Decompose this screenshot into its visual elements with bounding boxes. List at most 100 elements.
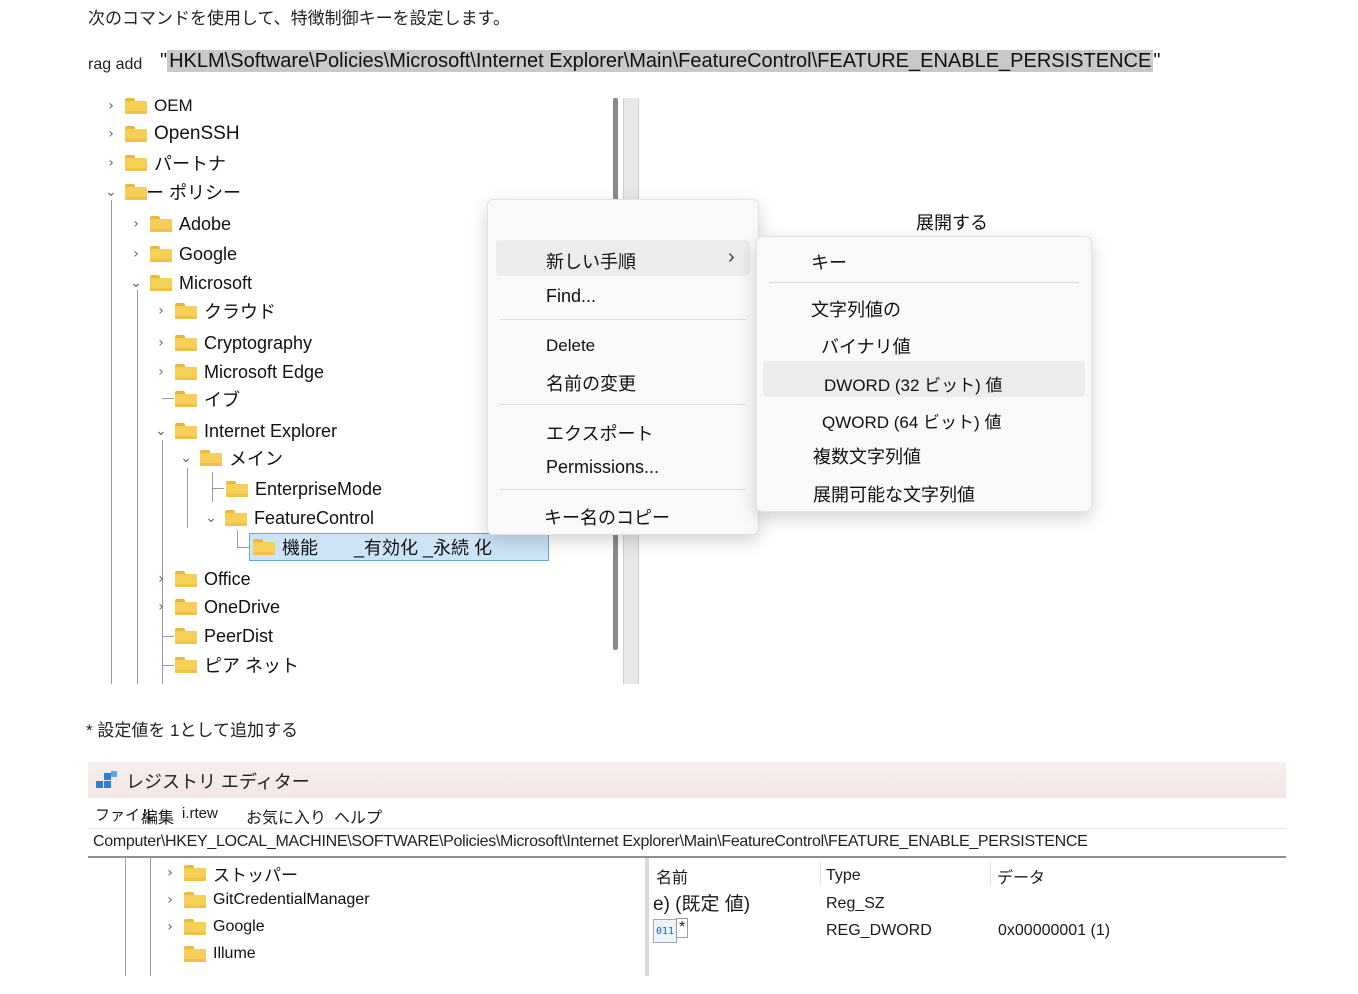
tree-item[interactable]: ⌄ ー ポリシー [103,179,241,205]
tree-item[interactable]: › OpenSSH [103,121,239,147]
command-path: HKLM\Software\Policies\Microsoft\Interne… [167,50,1154,72]
folder-icon [175,423,197,439]
menu-favorites[interactable]: お気に入り [246,804,326,828]
tree-item[interactable]: › Cryptography [153,330,312,356]
submenu-item-binary-value[interactable]: バイナリ値 [821,333,911,359]
tree-connector [212,488,224,489]
folder-icon [125,98,147,114]
menu-help[interactable]: ヘルプ [334,804,382,828]
tree-item[interactable]: PeerDist [175,623,273,649]
value-name: e) (既定 値) [653,894,751,915]
menu-item-new[interactable]: 新しい手順 [546,248,636,274]
submenu-item-key[interactable]: キー [811,249,847,275]
folder-icon [175,335,197,351]
submenu-item-qword-value[interactable]: QWORD (64 ビット) 値 [822,408,1001,433]
tree-item-label: Microsoft [179,272,253,293]
chevron-right-icon[interactable]: › [153,303,169,319]
chevron-right-icon[interactable]: › [162,865,178,881]
value-type: REG_DWORD [826,922,932,939]
chevron-down-icon[interactable]: ⌄ [128,275,144,291]
chevron-right-icon[interactable]: › [103,155,119,171]
tree-item[interactable]: › OEM [103,93,193,119]
menu-item-find[interactable]: Find... [546,286,596,307]
tree-item[interactable]: ⌄ Microsoft [128,270,252,296]
chevron-right-icon[interactable]: › [103,126,119,142]
tree-item[interactable]: › Google [128,241,237,267]
chevron-right-icon[interactable]: › [153,335,169,351]
column-header-name[interactable]: 名前 [656,864,688,888]
value-name-edit[interactable]: * [676,918,689,938]
pane-splitter[interactable] [645,858,649,976]
folder-icon [175,657,197,673]
tree-connector [137,290,138,684]
tree-item[interactable]: › GitCredentialManager [162,887,370,913]
chevron-down-icon[interactable]: ⌄ [103,184,119,200]
tree-item[interactable]: ピア ネット [175,652,299,678]
tree-item[interactable]: EnterpriseMode [226,476,382,502]
tree-item[interactable]: › Adobe [128,211,231,237]
chevron-right-icon[interactable]: › [162,892,178,908]
chevron-right-icon[interactable]: › [153,364,169,380]
menu-edit[interactable]: 編集 [142,804,174,828]
tree-item[interactable]: ⌄ メイン [178,445,283,471]
menu-separator [500,319,746,320]
chevron-right-icon[interactable]: › [128,216,144,232]
chevron-down-icon[interactable]: ⌄ [203,510,219,526]
submenu-item-expandable-string-value[interactable]: 展開可能な文字列値 [813,481,975,507]
tree-connector [162,636,174,637]
column-divider [990,862,991,886]
tree-item[interactable]: › ストッパー [162,860,298,886]
chevron-right-icon[interactable]: › [153,599,169,615]
chevron-right-icon[interactable]: › [153,571,169,587]
chevron-down-icon[interactable]: ⌄ [178,450,194,466]
tree-item[interactable]: イブ [175,386,240,412]
tree-item[interactable]: ⌄ Internet Explorer [153,418,337,444]
submenu-item-dword-value[interactable]: DWORD (32 ビット) 値 [824,371,1003,396]
registry-editor-icon [96,771,118,791]
folder-icon [184,946,206,962]
tree-item[interactable]: › Office [153,566,251,592]
tree-connector [162,398,174,399]
menu-item-export[interactable]: エクスポート [546,420,653,446]
tree-connector [125,858,126,976]
tree-item[interactable]: Illume [184,941,256,967]
submenu-item-multi-string-value[interactable]: 複数文字列値 [813,443,921,469]
chevron-down-icon[interactable]: ⌄ [153,423,169,439]
tree-item-label: メイン [229,449,283,469]
tree-item-label: EnterpriseMode [255,478,383,499]
tree-item[interactable]: › OneDrive [153,594,280,620]
tree-item[interactable]: › Google [162,914,265,940]
chevron-right-icon[interactable]: › [128,246,144,262]
menu-item-copy-key-name[interactable]: キー名のコピー [544,504,670,530]
tree-item[interactable]: ⌄ FeatureControl [203,505,374,531]
dword-value-icon: 011 [653,919,677,943]
folder-icon [175,364,197,380]
tree-item[interactable]: › パートナ [103,150,226,176]
folder-icon [125,155,147,171]
column-header-type[interactable]: Type [826,867,861,885]
tree-item[interactable]: › クラウド [153,298,276,324]
window-title: レジストリ エディター [126,772,310,792]
folder-icon [184,865,206,881]
submenu-item-string-value[interactable]: 文字列値の [811,296,901,322]
chevron-right-icon[interactable]: › [162,919,178,935]
tree-item-label: ー ポリシー [146,183,242,203]
submenu: キー 文字列値の バイナリ値 DWORD (32 ビット) 値 QWORD (6… [756,236,1092,512]
menu-view[interactable]: i.rtew [182,805,218,822]
column-header-data[interactable]: データ [997,864,1045,888]
intro-text: 次のコマンドを使用して、特徴制御キーを設定します。 [88,9,510,28]
tree-item[interactable]: › Microsoft Edge [153,359,324,385]
tree-item-label: Illume [213,945,256,962]
menu-item-permissions[interactable]: Permissions... [546,457,659,478]
folder-icon [184,919,206,935]
tree-item-label: Adobe [179,213,232,234]
menu-item-delete[interactable]: Delete [546,336,595,356]
tree-item-selected[interactable]: 機能 _有効化 _永続 化 [249,533,549,561]
tree-item-label: Microsoft Edge [204,361,325,382]
menu-item-rename[interactable]: 名前の変更 [546,370,636,396]
chevron-right-icon[interactable]: › [103,98,119,114]
tree-item-label: Cryptography [204,332,313,353]
folder-icon [226,481,248,497]
menu-separator [500,489,746,490]
address-bar[interactable]: Computer\HKEY_LOCAL_MACHINE\SOFTWARE\Pol… [88,830,1286,858]
